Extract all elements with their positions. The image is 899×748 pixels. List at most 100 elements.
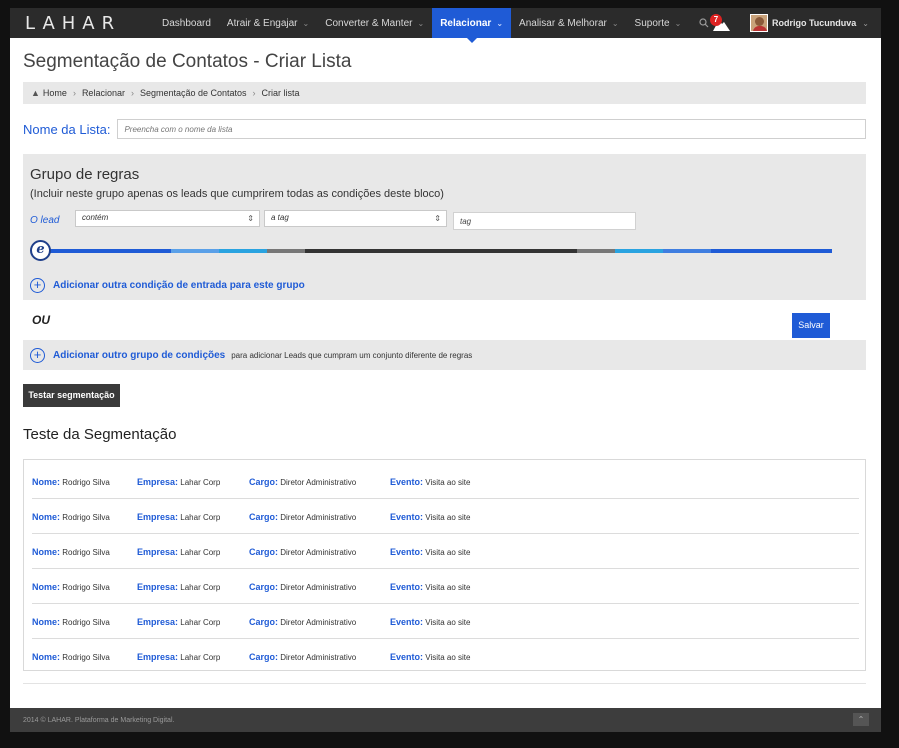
tag-input[interactable]: tag <box>453 212 636 230</box>
breadcrumb-current: Criar lista <box>261 88 300 98</box>
test-section-title: Teste da Segmentação <box>23 426 177 443</box>
company-value: Lahar Corp <box>180 513 221 522</box>
nav-suporte-label: Suporte <box>634 17 670 29</box>
result-event: Evento: Visita ao site <box>390 617 470 627</box>
breadcrumb-segmentacao[interactable]: Segmentação de Contatos <box>140 88 247 98</box>
event-value: Visita ao site <box>425 618 471 627</box>
or-separator: OU <box>32 313 50 327</box>
nav-relacionar-label: Relacionar <box>440 17 492 29</box>
name-value: Rodrigo Silva <box>62 548 110 557</box>
result-company: Empresa: Lahar Corp <box>137 617 220 627</box>
tag-input-placeholder: tag <box>460 217 472 226</box>
nav-atrair-engajar[interactable]: Atrair & Engajar ⌄ <box>219 8 317 38</box>
nav-converter-manter[interactable]: Converter & Manter ⌄ <box>317 8 432 38</box>
result-name: Nome: Rodrigo Silva <box>32 652 110 662</box>
chevron-down-icon[interactable]: ⌄ <box>862 19 869 28</box>
footer: 2014 © LAHAR. Plataforma de Marketing Di… <box>10 708 881 732</box>
chevron-up-icon[interactable]: ⌃ <box>853 713 869 726</box>
result-event: Evento: Visita ao site <box>390 547 470 557</box>
content-divider <box>23 683 866 684</box>
role-value: Diretor Administrativo <box>280 548 357 557</box>
event-value: Visita ao site <box>425 548 471 557</box>
notification-badge: 7 <box>709 14 722 26</box>
name-label: Nome: <box>32 477 61 487</box>
result-event: Evento: Visita ao site <box>390 477 470 487</box>
plus-circle-icon[interactable]: + <box>30 347 45 363</box>
notifications-icon[interactable]: 7 <box>709 12 732 34</box>
result-row: Nome: Rodrigo Silva Empresa: Lahar Corp … <box>32 604 859 639</box>
field-select[interactable]: a tag ⇕ <box>264 210 447 227</box>
company-label: Empresa: <box>137 652 179 662</box>
event-value: Visita ao site <box>425 653 471 662</box>
nav-analisar-melhorar[interactable]: Analisar & Melhorar ⌄ <box>511 8 627 38</box>
test-results-list: Nome: Rodrigo Silva Empresa: Lahar Corp … <box>23 459 866 671</box>
result-event: Evento: Visita ao site <box>390 512 470 522</box>
chevron-down-icon: ⌄ <box>611 18 619 28</box>
company-label: Empresa: <box>137 512 179 522</box>
role-label: Cargo: <box>249 477 278 487</box>
name-label: Nome: <box>32 547 61 557</box>
color-segment <box>49 249 171 253</box>
company-value: Lahar Corp <box>180 478 221 487</box>
role-label: Cargo: <box>249 547 278 557</box>
and-connector: e <box>30 240 51 261</box>
role-label: Cargo: <box>249 582 278 592</box>
chevron-down-icon: ⌄ <box>674 18 682 28</box>
name-label: Nome: <box>32 617 61 627</box>
chevron-right-icon: › <box>72 88 76 98</box>
avatar[interactable] <box>749 14 768 32</box>
add-condition-label: Adicionar outra condição de entrada para… <box>53 280 305 291</box>
result-role: Cargo: Diretor Administrativo <box>249 617 356 627</box>
color-segment <box>711 249 832 253</box>
condition-row: O lead contém ⇕ a tag ⇕ tag <box>30 210 860 230</box>
add-group-link[interactable]: Adicionar outro grupo de condições <box>53 350 225 361</box>
result-role: Cargo: Diretor Administrativo <box>249 477 356 487</box>
result-role: Cargo: Diretor Administrativo <box>249 582 356 592</box>
add-group-bar: + Adicionar outro grupo de condições par… <box>23 340 866 370</box>
company-label: Empresa: <box>137 547 179 557</box>
result-name: Nome: Rodrigo Silva <box>32 617 110 627</box>
nav-suporte[interactable]: Suporte ⌄ <box>627 8 690 38</box>
lahar-logo[interactable]: LAHAR <box>25 13 150 34</box>
result-name: Nome: Rodrigo Silva <box>32 547 110 557</box>
save-button[interactable]: Salvar <box>792 313 830 338</box>
list-name-input[interactable] <box>117 119 866 139</box>
operator-select[interactable]: contém ⇕ <box>75 210 260 227</box>
role-value: Diretor Administrativo <box>280 583 357 592</box>
result-company: Empresa: Lahar Corp <box>137 512 220 522</box>
breadcrumb-relacionar[interactable]: Relacionar <box>82 88 125 98</box>
user-name[interactable]: Rodrigo Tucunduva <box>772 18 856 28</box>
color-segment <box>441 249 577 253</box>
lead-label: O lead <box>30 215 60 226</box>
color-segment <box>267 249 305 253</box>
event-label: Evento: <box>390 547 424 557</box>
result-name: Nome: Rodrigo Silva <box>32 477 110 487</box>
browser-window: LAHAR Dashboard Atrair & Engajar ⌄ Conver… <box>10 8 881 732</box>
chevron-down-icon: ⌄ <box>496 18 504 28</box>
event-value: Visita ao site <box>425 583 471 592</box>
event-value: Visita ao site <box>425 513 471 522</box>
role-label: Cargo: <box>249 617 278 627</box>
nav-analisar-melhorar-label: Analisar & Melhorar <box>519 17 607 29</box>
operator-select-value: contém <box>82 213 109 222</box>
nav-dashboard[interactable]: Dashboard <box>154 8 219 38</box>
event-label: Evento: <box>390 617 424 627</box>
nav-relacionar[interactable]: Relacionar ⌄ <box>432 8 512 43</box>
result-event: Evento: Visita ao site <box>390 652 470 662</box>
result-company: Empresa: Lahar Corp <box>137 652 220 662</box>
company-value: Lahar Corp <box>180 653 221 662</box>
event-label: Evento: <box>390 652 424 662</box>
result-row: Nome: Rodrigo Silva Empresa: Lahar Corp … <box>32 639 859 674</box>
color-segment <box>171 249 219 253</box>
name-value: Rodrigo Silva <box>62 513 110 522</box>
event-label: Evento: <box>390 512 424 522</box>
name-value: Rodrigo Silva <box>62 618 110 627</box>
role-value: Diretor Administrativo <box>280 513 357 522</box>
chevron-right-icon: › <box>130 88 134 98</box>
color-segment <box>305 249 441 253</box>
company-value: Lahar Corp <box>180 583 221 592</box>
add-condition-link[interactable]: + Adicionar outra condição de entrada pa… <box>30 278 305 293</box>
test-segmentation-button[interactable]: Testar segmentação <box>23 384 120 407</box>
footer-copyright: 2014 © LAHAR. Plataforma de Marketing Di… <box>23 716 175 724</box>
breadcrumb-home[interactable]: Home <box>43 88 67 98</box>
